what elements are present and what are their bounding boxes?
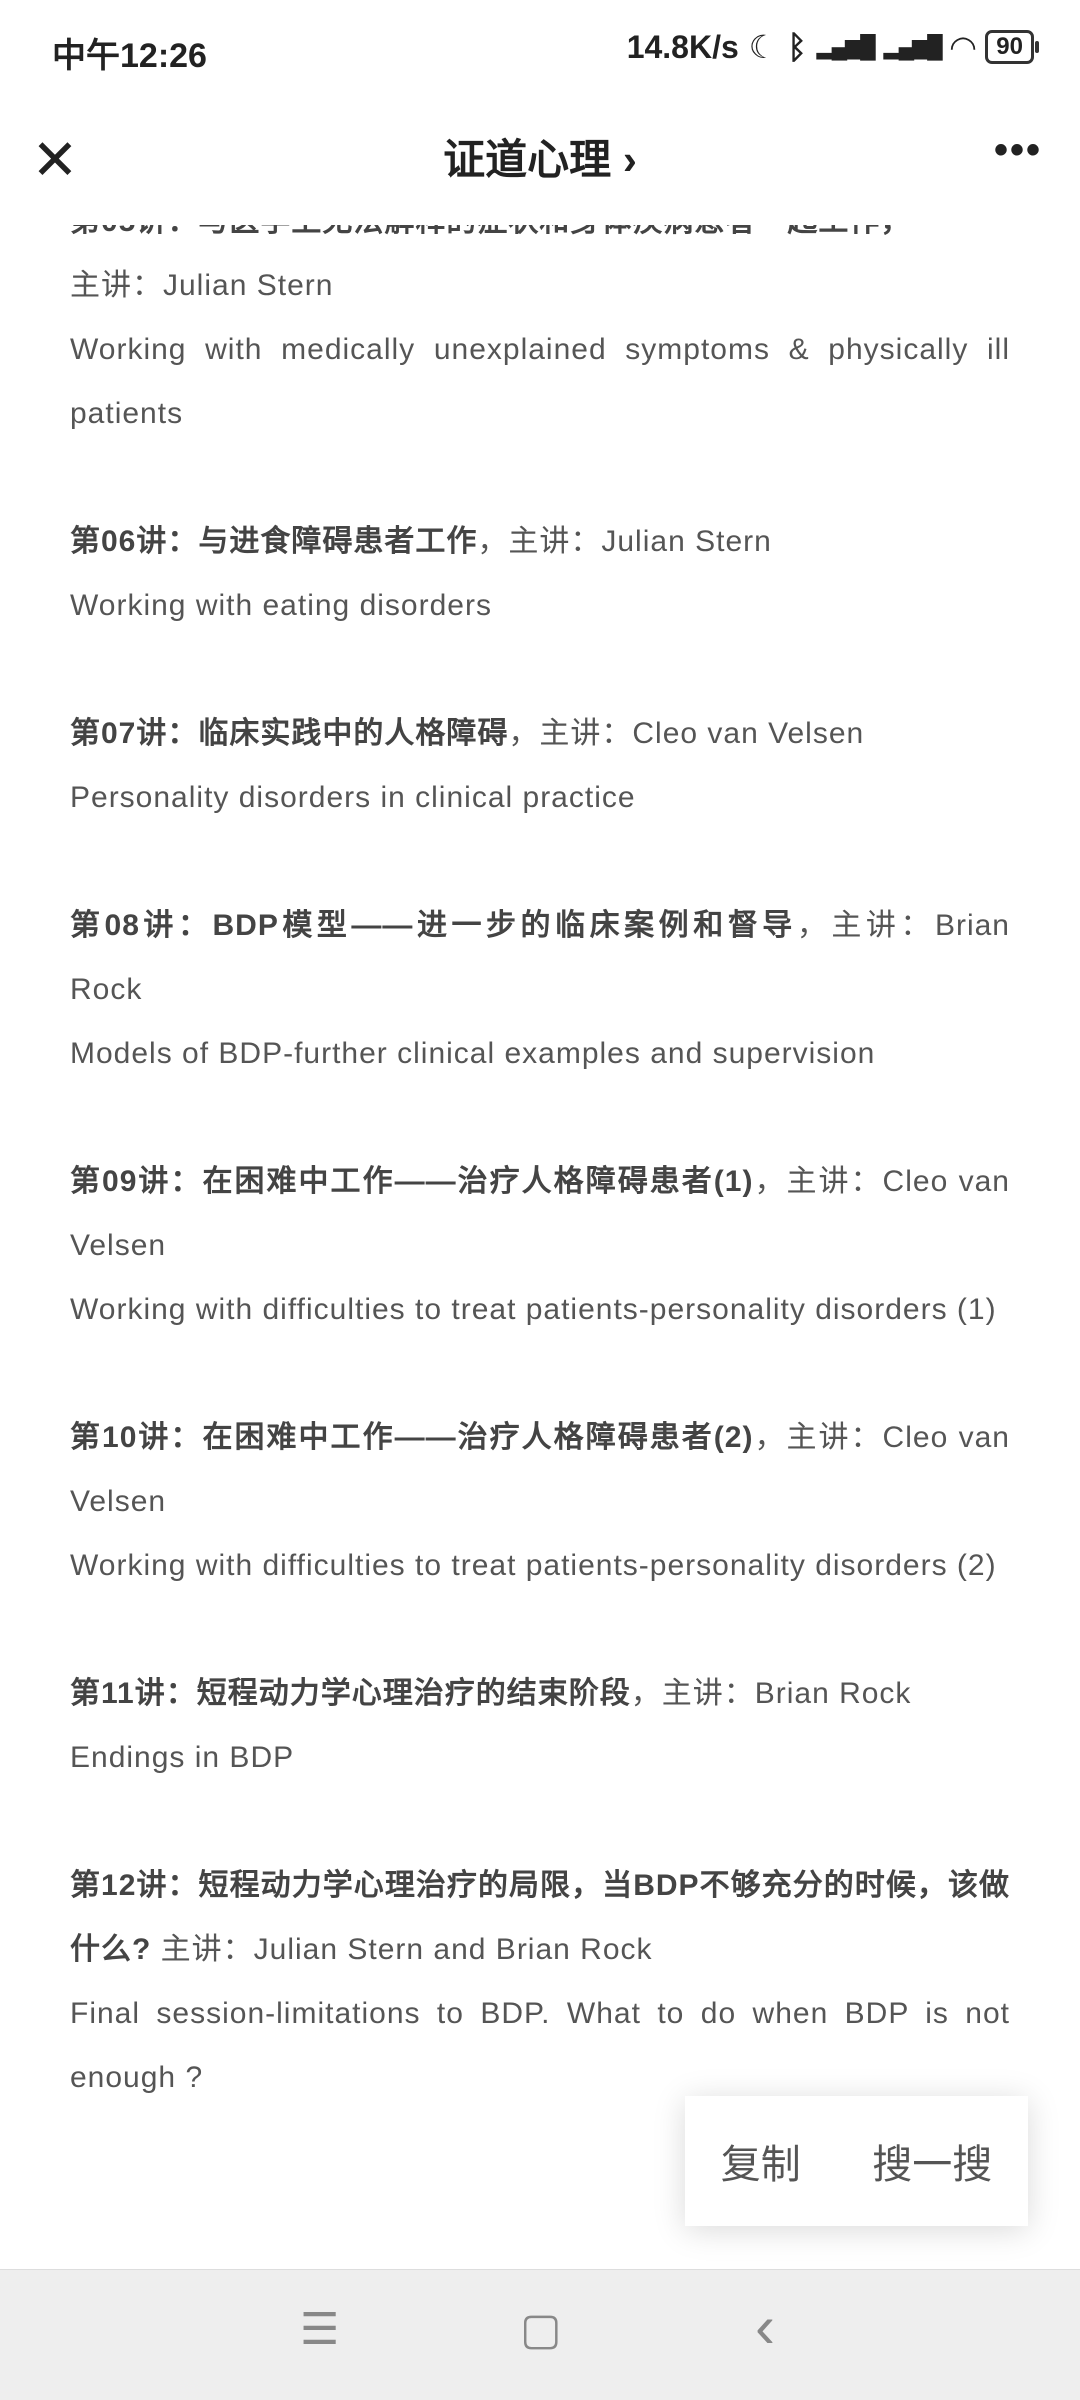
copy-button[interactable]: 复制: [721, 2132, 801, 2190]
lecture-heading: 第06讲：与进食障碍患者工作: [70, 525, 478, 558]
network-speed: 14.8K/s: [626, 28, 739, 65]
lecture-speaker: ，主讲：Cleo van Velsen: [508, 717, 865, 750]
lecture-heading: 第07讲：临床实践中的人格障碍: [70, 717, 509, 750]
more-icon[interactable]: •••: [994, 128, 1042, 173]
lecture-speaker: 主讲：Julian Stern and Brian Rock: [151, 1933, 653, 1966]
lecture-heading: 第11讲：短程动力学心理治疗的结束阶段: [70, 1677, 631, 1710]
text-selection-menu: 复制 搜一搜: [685, 2096, 1028, 2226]
lecture-english-title: Endings in BDP: [70, 1741, 295, 1774]
lecture-title: 第10讲：在困难中工作——治疗人格障碍患者(2)，主讲：Cleo van Vel…: [70, 1406, 1010, 1534]
lecture-speaker: 主讲：Julian Stern: [70, 269, 334, 302]
signal-icon-2: ▂▄▆█: [883, 34, 943, 59]
moon-icon: ☾: [748, 29, 778, 65]
lecture-title: 第09讲：在困难中工作——治疗人格障碍患者(1)，主讲：Cleo van Vel…: [70, 1150, 1010, 1278]
lecture-title: 第11讲：短程动力学心理治疗的结束阶段，主讲：Brian Rock: [70, 1662, 1010, 1726]
back-icon[interactable]: ‹: [755, 2292, 775, 2361]
status-time: 中午12:26: [52, 37, 207, 75]
lecture-english-title: Working with difficulties to treat patie…: [70, 1549, 997, 1582]
bluetooth-icon: ᛒ: [787, 28, 807, 65]
lecture-speaker: ，主讲：Brian Rock: [630, 1677, 912, 1710]
wifi-icon: ◠: [950, 29, 976, 65]
status-icons: 14.8K/s ☾ ᛒ ▂▄▆█ ▂▄▆█ ◠ 90: [626, 28, 1039, 66]
lecture-english-title: Final session-limitations to BDP. What t…: [70, 1997, 1010, 2094]
lecture-title: 第07讲：临床实践中的人格障碍，主讲：Cleo van Velsen: [70, 702, 1010, 766]
lecture-heading: 第08讲：BDP模型——进一步的临床案例和督导: [70, 909, 797, 942]
home-icon[interactable]: ▢: [520, 2304, 562, 2355]
article-content: 第05讲：与医学上无法解释的症状和身体疾病患者一起工作，主讲：Julian St…: [70, 190, 1010, 2174]
lecture-heading: 第10讲：在困难中工作——治疗人格障碍患者(2): [70, 1421, 754, 1454]
status-bar: 中午12:26 14.8K/s ☾ ᛒ ▂▄▆█ ▂▄▆█ ◠ 90: [0, 0, 1080, 100]
lecture-title: 第12讲：短程动力学心理治疗的局限，当BDP不够充分的时候，该做什么? 主讲：J…: [70, 1854, 1010, 1982]
navigation-bar: ☰ ▢ ‹: [0, 2269, 1080, 2400]
lecture-english-title: Models of BDP-further clinical examples …: [70, 1037, 876, 1070]
lecture-title: 第08讲：BDP模型——进一步的临床案例和督导，主讲：Brian Rock: [70, 894, 1010, 1022]
page-title[interactable]: 证道心理 ›: [0, 130, 1080, 190]
lecture-title: 第06讲：与进食障碍患者工作，主讲：Julian Stern: [70, 510, 1010, 574]
signal-icon: ▂▄▆█: [816, 34, 876, 59]
lecture-english-title: Working with difficulties to treat patie…: [70, 1293, 997, 1326]
search-button[interactable]: 搜一搜: [872, 2132, 992, 2190]
lecture-heading: 第09讲：在困难中工作——治疗人格障碍患者(1): [70, 1165, 754, 1198]
top-bar: ✕ 证道心理 › •••: [0, 100, 1080, 225]
battery-icon: 90: [985, 30, 1039, 64]
lecture-speaker: ，主讲：Julian Stern: [477, 525, 772, 558]
lecture-english-title: Working with medically unexplained sympt…: [70, 333, 1010, 430]
lecture-english-title: Working with eating disorders: [70, 589, 492, 622]
menu-icon[interactable]: ☰: [300, 2304, 339, 2355]
lecture-english-title: Personality disorders in clinical practi…: [70, 781, 636, 814]
